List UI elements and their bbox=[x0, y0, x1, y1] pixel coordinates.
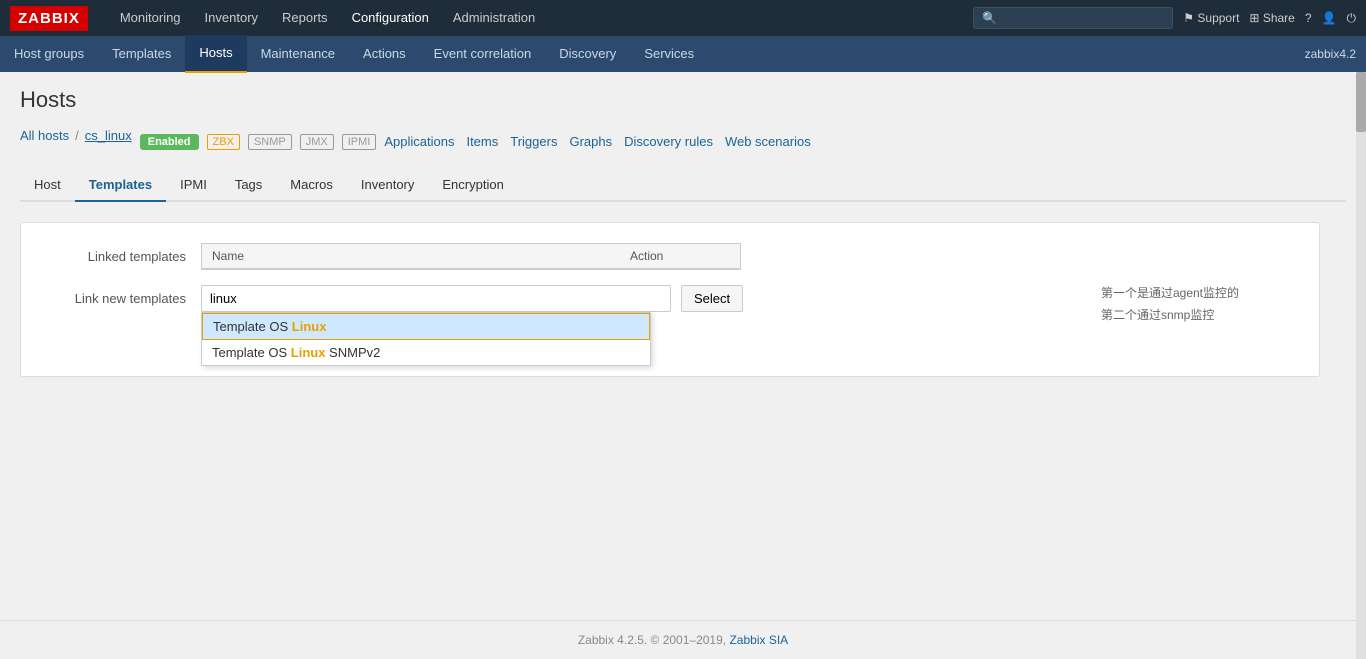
breadcrumb-area: All hosts / cs_linux Enabled ZBX SNMP JM… bbox=[20, 128, 1346, 155]
tab-macros[interactable]: Macros bbox=[276, 169, 347, 202]
linked-templates-row: Linked templates Name Action bbox=[41, 243, 1299, 270]
filter-tab-discovery[interactable]: Discovery rules bbox=[624, 134, 713, 149]
footer-link[interactable]: Zabbix SIA bbox=[729, 633, 788, 647]
page-content: Hosts All hosts / cs_linux Enabled ZBX S… bbox=[0, 72, 1366, 392]
subnav-discovery[interactable]: Discovery bbox=[545, 36, 630, 72]
dropdown-item-1[interactable]: Template OS Linux SNMPv2 bbox=[202, 340, 650, 365]
share-link[interactable]: ⊞ Share bbox=[1249, 11, 1294, 25]
tab-inventory[interactable]: Inventory bbox=[347, 169, 428, 202]
table-col-name: Name bbox=[212, 249, 630, 263]
power-icon[interactable]: ⏻ bbox=[1347, 11, 1357, 26]
link-template-input[interactable] bbox=[201, 285, 671, 312]
select-button[interactable]: Select bbox=[681, 285, 743, 312]
badge-enabled[interactable]: Enabled bbox=[140, 134, 199, 150]
badge-snmp: SNMP bbox=[248, 134, 292, 150]
filter-tab-web[interactable]: Web scenarios bbox=[725, 134, 811, 149]
tab-ipmi[interactable]: IPMI bbox=[166, 169, 221, 202]
tab-host[interactable]: Host bbox=[20, 169, 75, 202]
logo[interactable]: ZABBIX bbox=[10, 6, 88, 31]
scrollbar-thumb[interactable] bbox=[1356, 72, 1366, 132]
annotation-line1: 第一个是通过agent监控的 bbox=[1101, 283, 1239, 305]
support-link[interactable]: ⚑ Support bbox=[1183, 11, 1239, 25]
footer: Zabbix 4.2.5. © 2001–2019, Zabbix SIA bbox=[0, 620, 1366, 659]
nav-inventory[interactable]: Inventory bbox=[193, 0, 270, 36]
top-nav-right: 🔍 ⚑ Support ⊞ Share ? 👤 ⏻ bbox=[973, 7, 1356, 29]
search-input[interactable] bbox=[1002, 11, 1164, 25]
subnav-templates[interactable]: Templates bbox=[98, 36, 185, 72]
subnav-maintenance[interactable]: Maintenance bbox=[247, 36, 349, 72]
filter-tab-graphs[interactable]: Graphs bbox=[569, 134, 612, 149]
nav-configuration[interactable]: Configuration bbox=[340, 0, 441, 36]
help-icon[interactable]: ? bbox=[1305, 11, 1312, 25]
filter-tab-triggers[interactable]: Triggers bbox=[510, 134, 557, 149]
subnav-event-correlation[interactable]: Event correlation bbox=[420, 36, 546, 72]
filter-tab-items[interactable]: Items bbox=[466, 134, 498, 149]
filter-tab-applications[interactable]: Applications bbox=[384, 134, 454, 149]
breadcrumb-all-hosts[interactable]: All hosts bbox=[20, 128, 69, 143]
user-icon[interactable]: 👤 bbox=[1322, 11, 1337, 25]
template-input-wrapper: Template OS Linux Template OS Linux SNMP… bbox=[201, 285, 671, 312]
subnav-host-groups[interactable]: Host groups bbox=[0, 36, 98, 72]
badge-jmx: JMX bbox=[300, 134, 334, 150]
dropdown-item-0[interactable]: Template OS Linux bbox=[202, 313, 650, 340]
linked-table-header: Name Action bbox=[202, 244, 740, 269]
form-section: 第一个是通过agent监控的 第二个通过snmp监控 Linked templa… bbox=[20, 222, 1320, 377]
subnav-services[interactable]: Services bbox=[630, 36, 708, 72]
tab-templates[interactable]: Templates bbox=[75, 169, 166, 202]
linked-templates-label: Linked templates bbox=[41, 243, 201, 264]
badge-ipmi: IPMI bbox=[342, 134, 377, 150]
badge-zbx: ZBX bbox=[207, 134, 240, 150]
annotation: 第一个是通过agent监控的 第二个通过snmp监控 bbox=[1101, 283, 1239, 326]
nav-monitoring[interactable]: Monitoring bbox=[108, 0, 193, 36]
inner-tabs: Host Templates IPMI Tags Macros Inventor… bbox=[20, 169, 1346, 202]
version-label: zabbix4.2 bbox=[1305, 47, 1366, 61]
linked-table: Name Action bbox=[201, 243, 741, 270]
dropdown-highlight-1: Linux bbox=[291, 345, 326, 360]
nav-reports[interactable]: Reports bbox=[270, 0, 340, 36]
top-navigation: ZABBIX Monitoring Inventory Reports Conf… bbox=[0, 0, 1366, 36]
dropdown-highlight-0: Linux bbox=[292, 319, 327, 334]
subnav-actions[interactable]: Actions bbox=[349, 36, 420, 72]
subnav-hosts[interactable]: Hosts bbox=[185, 35, 246, 73]
support-icon: ⚑ bbox=[1183, 11, 1194, 25]
linked-templates-table-area: Name Action bbox=[201, 243, 1299, 270]
share-icon: ⊞ bbox=[1249, 11, 1259, 25]
breadcrumb-current[interactable]: cs_linux bbox=[85, 128, 132, 143]
tab-tags[interactable]: Tags bbox=[221, 169, 276, 202]
table-col-action: Action bbox=[630, 249, 730, 263]
search-box[interactable]: 🔍 bbox=[973, 7, 1173, 29]
page-title: Hosts bbox=[20, 87, 1346, 113]
footer-text: Zabbix 4.2.5. © 2001–2019, bbox=[578, 633, 726, 647]
sub-navigation: Host groups Templates Hosts Maintenance … bbox=[0, 36, 1366, 72]
breadcrumb-separator: / bbox=[75, 128, 79, 143]
top-nav-links: Monitoring Inventory Reports Configurati… bbox=[108, 0, 973, 36]
tab-encryption[interactable]: Encryption bbox=[428, 169, 517, 202]
nav-administration[interactable]: Administration bbox=[441, 0, 547, 36]
annotation-line2: 第二个通过snmp监控 bbox=[1101, 305, 1239, 327]
breadcrumb: All hosts / cs_linux bbox=[20, 128, 132, 143]
scrollbar[interactable] bbox=[1356, 72, 1366, 659]
template-dropdown: Template OS Linux Template OS Linux SNMP… bbox=[201, 312, 651, 366]
filter-tabs: Applications Items Triggers Graphs Disco… bbox=[384, 134, 810, 149]
search-icon: 🔍 bbox=[982, 11, 997, 25]
link-new-label: Link new templates bbox=[41, 285, 201, 306]
